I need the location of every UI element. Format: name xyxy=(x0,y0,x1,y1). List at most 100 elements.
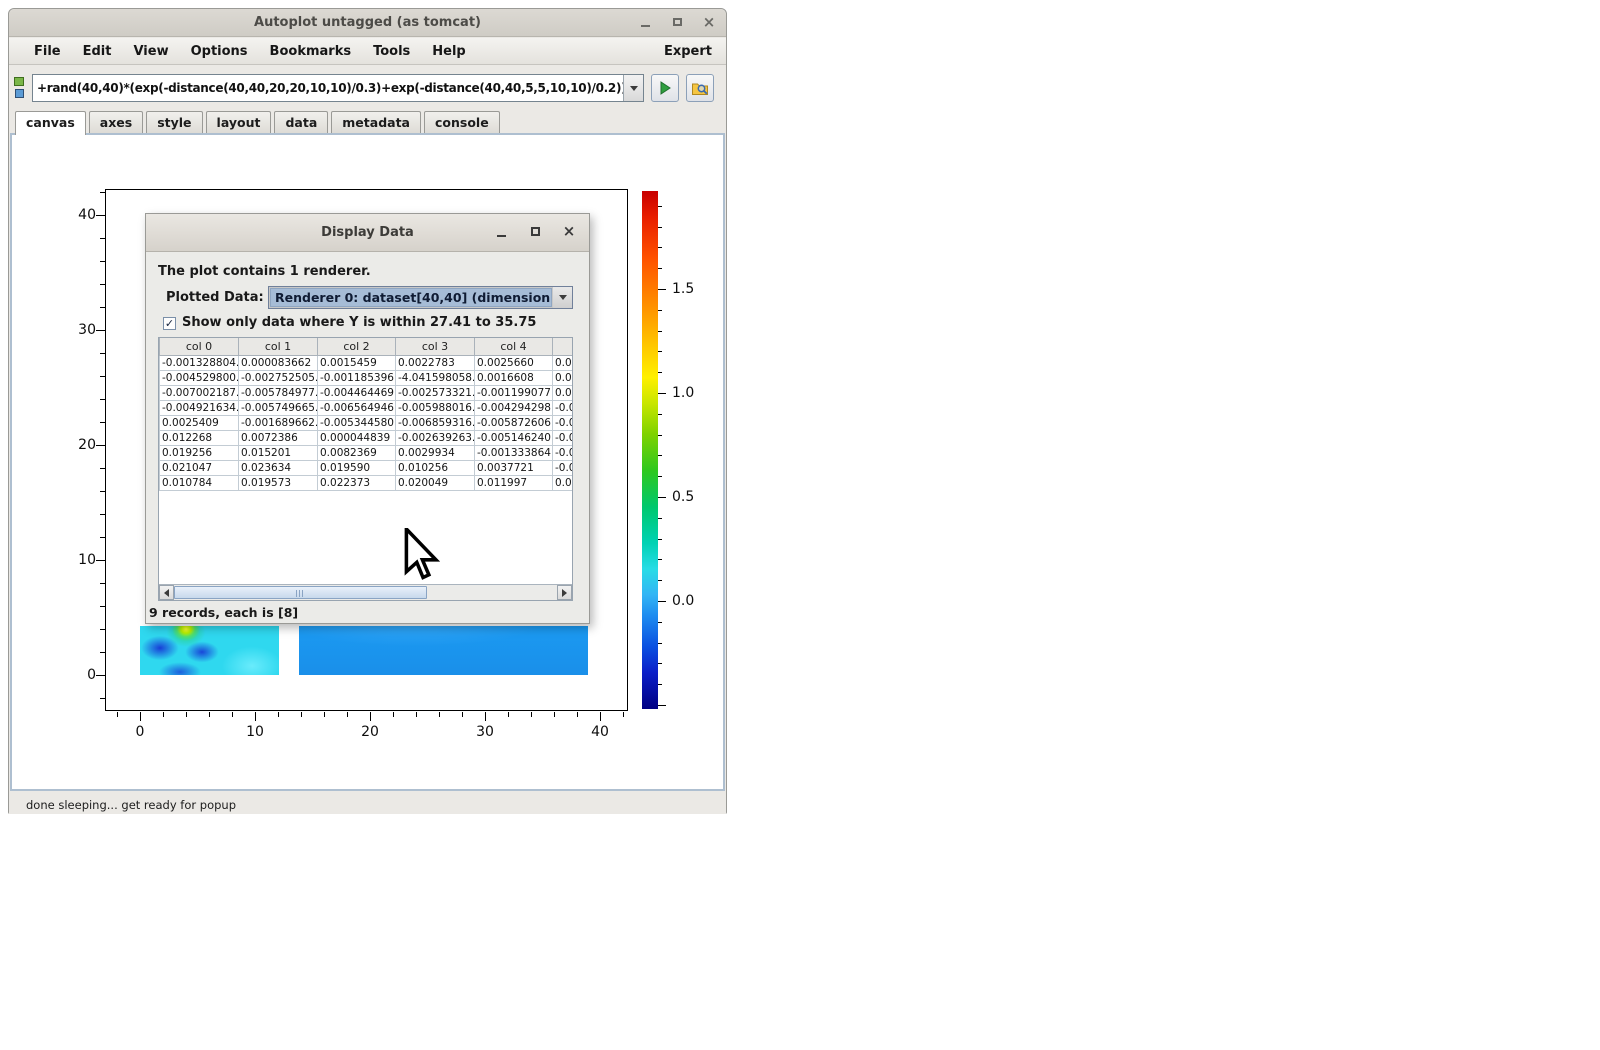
menu-file[interactable]: File xyxy=(23,41,72,62)
table-column-header[interactable]: col 3 xyxy=(396,338,475,355)
table-cell[interactable]: 0.0037721 xyxy=(475,460,553,475)
table-cell[interactable]: -0.001328804... xyxy=(160,355,239,370)
table-cell[interactable]: 0.000083662 xyxy=(239,355,318,370)
tab-metadata[interactable]: metadata xyxy=(331,111,421,133)
filter-checkbox[interactable]: ✓ xyxy=(163,317,176,330)
table-cell[interactable]: -0.005784977... xyxy=(239,385,318,400)
table-cell[interactable]: -0.004921634... xyxy=(160,400,239,415)
table-column-header[interactable]: col 0 xyxy=(160,338,239,355)
scrollbar-thumb[interactable] xyxy=(174,586,427,599)
table-cell[interactable]: -0.007002187... xyxy=(160,385,239,400)
maximize-icon[interactable] xyxy=(668,13,686,31)
table-cell[interactable]: 0.0025660 xyxy=(475,355,553,370)
table-cell[interactable]: -0.005749665... xyxy=(239,400,318,415)
table-cell[interactable]: 0.022373 xyxy=(318,475,396,490)
table-cell[interactable]: -0.005988016... xyxy=(396,400,475,415)
table-column-header[interactable]: col 1 xyxy=(239,338,318,355)
table-cell[interactable]: 0.0016608 xyxy=(475,370,553,385)
axis-tick xyxy=(658,206,662,207)
table-cell[interactable]: -0.0 xyxy=(553,460,574,475)
tab-data[interactable]: data xyxy=(274,111,328,133)
table-cell[interactable]: 0.0029934 xyxy=(396,445,475,460)
tab-console[interactable]: console xyxy=(424,111,500,133)
table-cell[interactable]: -0.002752505... xyxy=(239,370,318,385)
table-cell[interactable]: -0.001199077... xyxy=(475,385,553,400)
table-cell[interactable]: -0.001689662... xyxy=(239,415,318,430)
table-column-header[interactable]: col 2 xyxy=(318,338,396,355)
table-cell[interactable]: -0.0 xyxy=(553,400,574,415)
dialog-minimize-icon[interactable] xyxy=(493,223,509,239)
table-cell[interactable]: 0.023634 xyxy=(239,460,318,475)
table-cell[interactable]: -4.041598058... xyxy=(396,370,475,385)
table-cell[interactable]: 0.000044839 xyxy=(318,430,396,445)
scrollbar-track[interactable] xyxy=(174,585,557,600)
autoplot-window: Autoplot untagged (as tomcat) × FileEdit… xyxy=(8,8,727,814)
table-cell[interactable]: 0.00 xyxy=(553,355,574,370)
menu-edit[interactable]: Edit xyxy=(72,41,123,62)
table-cell[interactable]: 0.019256 xyxy=(160,445,239,460)
table-cell[interactable]: 0.010256 xyxy=(396,460,475,475)
table-cell[interactable]: -0.005146240... xyxy=(475,430,553,445)
uri-input[interactable]: +rand(40,40)*(exp(-distance(40,40,20,20,… xyxy=(32,74,644,102)
table-cell[interactable]: 0.00 xyxy=(553,385,574,400)
table-cell[interactable]: -0.002573321... xyxy=(396,385,475,400)
plotted-data-combobox[interactable]: Renderer 0: dataset[40,40] (dimension... xyxy=(268,286,573,309)
table-cell[interactable]: 0.010784 xyxy=(160,475,239,490)
table-cell[interactable]: -0.001333864... xyxy=(475,445,553,460)
table-cell[interactable]: -0.0 xyxy=(553,445,574,460)
dialog-maximize-icon[interactable] xyxy=(527,223,543,239)
table-cell[interactable]: -0.0 xyxy=(553,430,574,445)
table-cell[interactable]: 0.019573 xyxy=(239,475,318,490)
table-cell[interactable]: -0.004294298... xyxy=(475,400,553,415)
table-cell[interactable]: 0.0072386 xyxy=(239,430,318,445)
table-cell[interactable]: 0.020049 xyxy=(396,475,475,490)
table-cell[interactable]: 0.012268 xyxy=(160,430,239,445)
table-cell[interactable]: -0.006859316... xyxy=(396,415,475,430)
tab-layout[interactable]: layout xyxy=(206,111,272,133)
table-cell[interactable]: -0.001185396... xyxy=(318,370,396,385)
table-cell[interactable]: -0.0 xyxy=(553,415,574,430)
table-cell[interactable]: 0.00 xyxy=(553,370,574,385)
table-cell[interactable]: 0.019590 xyxy=(318,460,396,475)
uri-dropdown-button[interactable] xyxy=(623,75,643,101)
inspect-button[interactable] xyxy=(686,74,714,102)
table-cell[interactable]: -0.004529800... xyxy=(160,370,239,385)
close-icon[interactable]: × xyxy=(700,13,718,31)
table-cell[interactable]: -0.002639263... xyxy=(396,430,475,445)
table-column-header[interactable]: col 4 xyxy=(475,338,553,355)
go-button[interactable] xyxy=(651,74,679,102)
menu-bookmarks[interactable]: Bookmarks xyxy=(259,41,363,62)
table-column-header[interactable] xyxy=(553,338,574,355)
tab-canvas[interactable]: canvas xyxy=(15,111,86,135)
menu-expert[interactable]: Expert xyxy=(664,44,712,59)
table-cell[interactable]: 0.00 xyxy=(553,475,574,490)
table-cell[interactable]: -0.006564946... xyxy=(318,400,396,415)
horizontal-scrollbar[interactable] xyxy=(159,584,572,600)
combo-dropdown-button[interactable] xyxy=(553,287,572,308)
table-cell[interactable]: 0.011997 xyxy=(475,475,553,490)
tab-style[interactable]: style xyxy=(146,111,202,133)
table-cell[interactable]: 0.0025409 xyxy=(160,415,239,430)
menu-options[interactable]: Options xyxy=(180,41,259,62)
axis-tick xyxy=(658,435,662,436)
plot-canvas[interactable]: 010203040010203040 1.51.00.50.0 Display … xyxy=(10,133,725,791)
table-cell[interactable]: -0.004464469... xyxy=(318,385,396,400)
table-cell[interactable]: 0.0015459 xyxy=(318,355,396,370)
table-cell[interactable]: 0.0022783 xyxy=(396,355,475,370)
table-cell[interactable]: 0.021047 xyxy=(160,460,239,475)
scroll-left-button[interactable] xyxy=(159,585,174,600)
table-cell[interactable]: 0.0082369 xyxy=(318,445,396,460)
minimize-icon[interactable] xyxy=(636,13,654,31)
table-cell[interactable]: -0.005344580... xyxy=(318,415,396,430)
tab-axes[interactable]: axes xyxy=(89,111,143,133)
dialog-close-icon[interactable]: × xyxy=(561,223,577,239)
dialog-titlebar[interactable]: Display Data × xyxy=(146,214,589,252)
menu-help[interactable]: Help xyxy=(421,41,476,62)
table-cell[interactable]: 0.015201 xyxy=(239,445,318,460)
menu-tools[interactable]: Tools xyxy=(362,41,421,62)
scroll-right-button[interactable] xyxy=(557,585,572,600)
table-cell[interactable]: -0.005872606... xyxy=(475,415,553,430)
window-titlebar[interactable]: Autoplot untagged (as tomcat) × xyxy=(9,9,726,37)
datasource-type-icon[interactable] xyxy=(14,75,28,101)
menu-view[interactable]: View xyxy=(122,41,179,62)
